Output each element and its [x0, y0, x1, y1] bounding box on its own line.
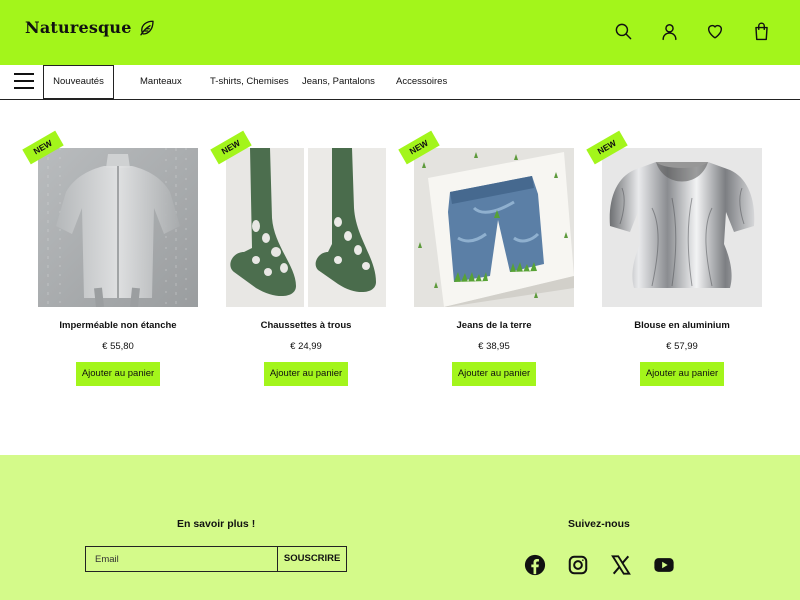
newsletter-form: SOUSCRIRE — [85, 546, 347, 572]
nav-item-nouveautes[interactable]: Nouveautés — [43, 65, 114, 99]
product-image-blouse[interactable] — [602, 148, 762, 307]
social-links — [524, 554, 675, 576]
nav-item-tshirts-chemises[interactable]: T-shirts, Chemises — [210, 65, 289, 99]
social-title: Suivez-nous — [568, 518, 630, 530]
category-nav: Nouveautés Manteaux T-shirts, Chemises J… — [0, 65, 800, 100]
product-name[interactable]: Imperméable non étanche — [18, 320, 218, 331]
youtube-icon[interactable] — [653, 554, 675, 576]
brand-name: Naturesque — [25, 18, 132, 37]
header-actions — [612, 20, 772, 42]
heart-icon[interactable] — [704, 20, 726, 42]
site-header: Naturesque — [0, 0, 800, 65]
site-footer: En savoir plus ! SOUSCRIRE Suivez-nous — [0, 455, 800, 600]
add-to-cart-button[interactable]: Ajouter au panier — [264, 362, 348, 386]
x-icon[interactable] — [610, 554, 632, 576]
product-image-socks[interactable] — [226, 148, 386, 307]
hamburger-menu-icon[interactable] — [14, 73, 34, 91]
add-to-cart-button[interactable]: Ajouter au panier — [76, 362, 160, 386]
brand-logo[interactable]: Naturesque — [25, 18, 156, 37]
leaf-icon — [138, 19, 156, 37]
add-to-cart-button[interactable]: Ajouter au panier — [640, 362, 724, 386]
product-name[interactable]: Jeans de la terre — [394, 320, 594, 331]
product-name[interactable]: Chaussettes à trous — [206, 320, 406, 331]
product-image-raincoat[interactable] — [38, 148, 198, 307]
shopping-bag-icon[interactable] — [750, 20, 772, 42]
instagram-icon[interactable] — [567, 554, 589, 576]
nav-item-accessoires[interactable]: Accessoires — [396, 65, 447, 99]
email-field[interactable] — [85, 546, 278, 572]
product-price: € 24,99 — [290, 341, 322, 352]
subscribe-button[interactable]: SOUSCRIRE — [277, 546, 347, 572]
nav-item-jeans-pantalons[interactable]: Jeans, Pantalons — [302, 65, 375, 99]
search-icon[interactable] — [612, 20, 634, 42]
facebook-icon[interactable] — [524, 554, 546, 576]
nav-item-manteaux[interactable]: Manteaux — [140, 65, 182, 99]
add-to-cart-button[interactable]: Ajouter au panier — [452, 362, 536, 386]
user-icon[interactable] — [658, 20, 680, 42]
product-image-jeans[interactable] — [414, 148, 574, 307]
product-name[interactable]: Blouse en aluminium — [582, 320, 782, 331]
product-price: € 57,99 — [666, 341, 698, 352]
product-price: € 38,95 — [478, 341, 510, 352]
newsletter-title: En savoir plus ! — [177, 518, 256, 530]
product-price: € 55,80 — [102, 341, 134, 352]
